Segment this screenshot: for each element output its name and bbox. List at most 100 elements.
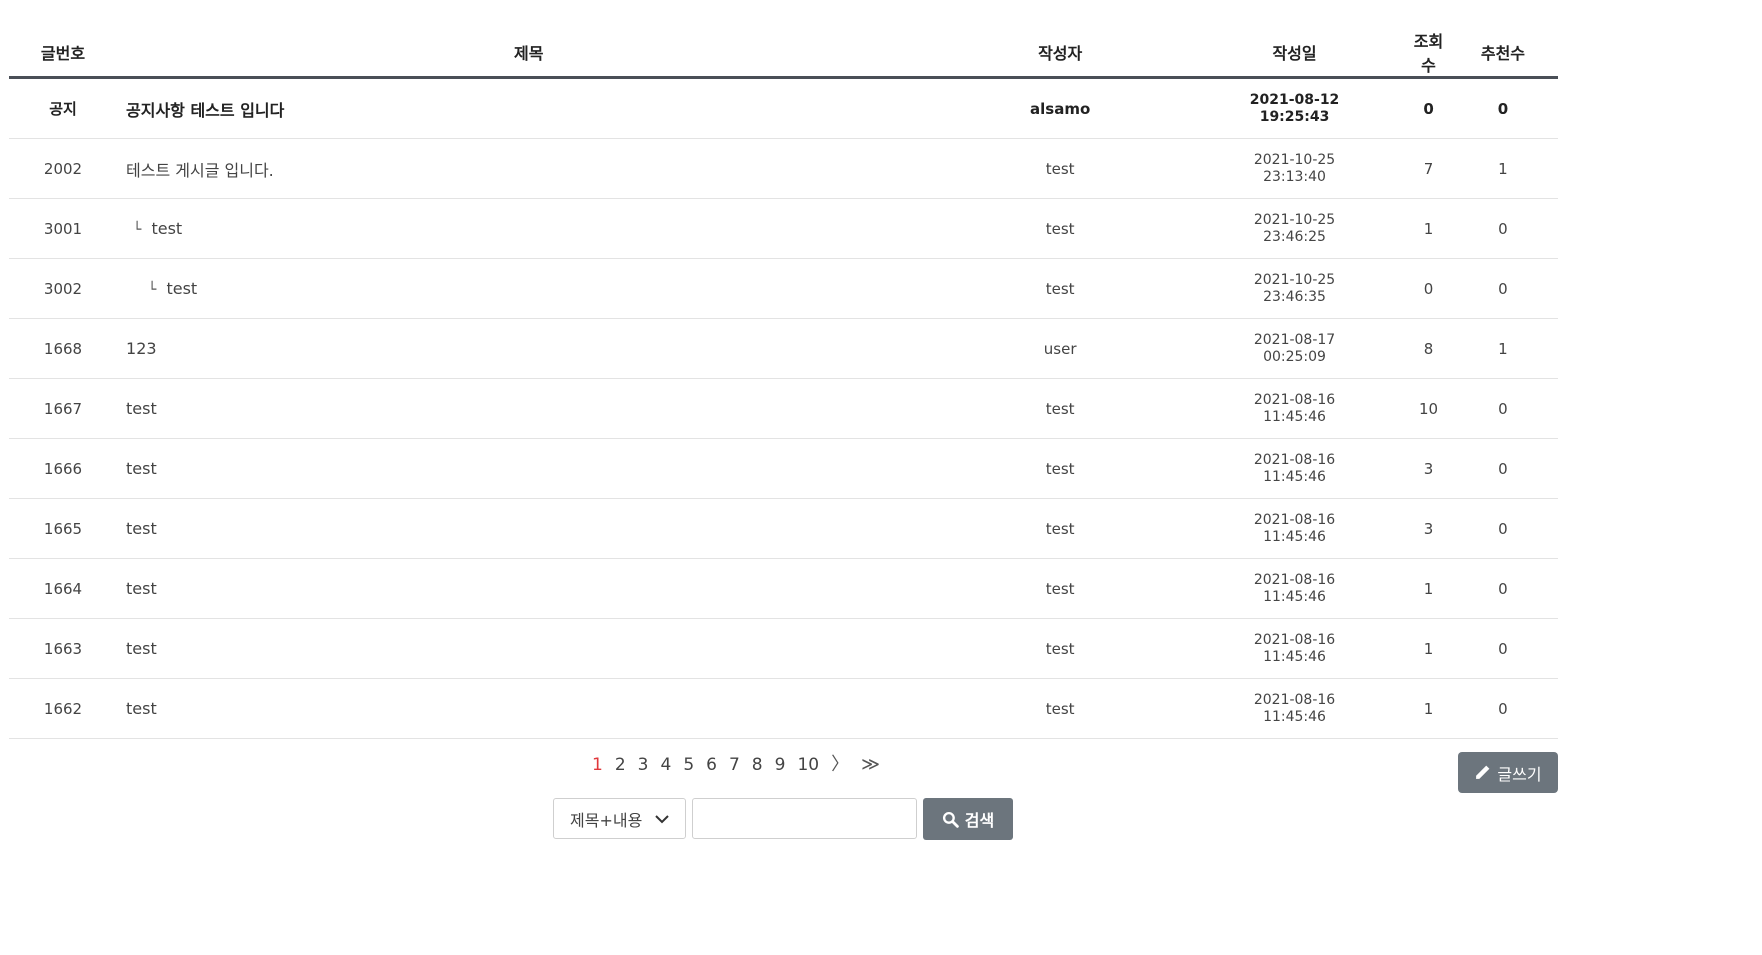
table-header-row: 글번호 제목 작성자 작성일 조회수 추천수 xyxy=(9,28,1558,79)
post-title[interactable]: test xyxy=(126,519,157,538)
page-link-1[interactable]: 1 xyxy=(592,752,603,778)
table-row[interactable]: 3002 └ test test 2021-10-25 23:46:35 0 0 xyxy=(9,258,1558,319)
reply-indicator: └ xyxy=(133,222,142,238)
post-title-cell[interactable]: 공지사항 테스트 입니다 xyxy=(117,77,941,139)
header-writer: 작성자 xyxy=(940,28,1180,79)
header-no: 글번호 xyxy=(9,28,118,79)
write-button[interactable]: 글쓰기 xyxy=(1458,752,1558,793)
page-link-5[interactable]: 5 xyxy=(683,752,694,778)
post-views: 1 xyxy=(1409,678,1448,739)
post-recommend: 0 xyxy=(1447,618,1558,679)
page-link-9[interactable]: 9 xyxy=(775,752,786,778)
post-title-cell[interactable]: test xyxy=(117,678,941,739)
post-title[interactable]: 123 xyxy=(126,339,157,358)
post-date: 2021-10-25 23:46:25 xyxy=(1179,198,1410,259)
table-row[interactable]: 1668 123 user 2021-08-17 00:25:09 8 1 xyxy=(9,318,1558,379)
post-title-cell[interactable]: test xyxy=(117,498,941,559)
post-title-cell[interactable]: 123 xyxy=(117,318,941,379)
search-type-value: 제목+내용 xyxy=(570,810,643,830)
post-title-cell[interactable]: test xyxy=(117,438,941,499)
post-number: 2002 xyxy=(9,138,118,199)
post-writer: test xyxy=(940,678,1180,739)
post-date-time: 11:45:46 xyxy=(1263,708,1326,725)
post-date-time: 23:13:40 xyxy=(1263,168,1326,185)
page-link-7[interactable]: 7 xyxy=(729,752,740,778)
page-link-2[interactable]: 2 xyxy=(615,752,626,778)
post-date: 2021-08-12 19:25:43 xyxy=(1179,77,1410,139)
post-views: 7 xyxy=(1409,138,1448,199)
search-bar: 제목+내용 검색 xyxy=(553,798,1013,840)
post-views: 0 xyxy=(1409,77,1448,139)
post-recommend: 0 xyxy=(1447,77,1558,139)
post-views: 3 xyxy=(1409,498,1448,559)
table-row[interactable]: 1664 test test 2021-08-16 11:45:46 1 0 xyxy=(9,558,1558,619)
post-title-cell[interactable]: 테스트 게시글 입니다. xyxy=(117,138,941,199)
post-title[interactable]: test xyxy=(126,459,157,478)
post-title[interactable]: test xyxy=(126,579,157,598)
post-date-day: 2021-08-16 xyxy=(1253,571,1336,588)
post-title-cell[interactable]: └ test xyxy=(117,198,941,259)
post-writer: test xyxy=(940,618,1180,679)
post-title[interactable]: test xyxy=(126,639,157,658)
post-recommend: 0 xyxy=(1447,198,1558,259)
post-recommend: 0 xyxy=(1447,438,1558,499)
post-title[interactable]: test xyxy=(151,219,182,238)
post-views: 1 xyxy=(1409,618,1448,679)
post-writer: test xyxy=(940,498,1180,559)
post-date-time: 00:25:09 xyxy=(1263,348,1326,365)
last-page-icon[interactable]: ≫ xyxy=(861,752,880,778)
notice-row[interactable]: 공지 공지사항 테스트 입니다 alsamo 2021-08-12 19:25:43 0 0 xyxy=(9,77,1558,139)
post-title[interactable]: test xyxy=(166,279,197,298)
search-button[interactable]: 검색 xyxy=(923,798,1013,840)
post-number: 1662 xyxy=(9,678,118,739)
table-row[interactable]: 3001 └ test test 2021-10-25 23:46:25 1 0 xyxy=(9,198,1558,259)
post-recommend: 0 xyxy=(1447,558,1558,619)
search-input[interactable] xyxy=(692,798,917,839)
post-views: 1 xyxy=(1409,198,1448,259)
board-list: 글번호 제목 작성자 작성일 조회수 추천수 공지 공지사항 테스트 입니다 als… xyxy=(9,28,1558,739)
page-link-3[interactable]: 3 xyxy=(638,752,649,778)
table-row[interactable]: 1663 test test 2021-08-16 11:45:46 1 0 xyxy=(9,618,1558,679)
post-title-cell[interactable]: test xyxy=(117,618,941,679)
table-row[interactable]: 1666 test test 2021-08-16 11:45:46 3 0 xyxy=(9,438,1558,499)
post-date-day: 2021-08-16 xyxy=(1253,691,1336,708)
search-type-select[interactable]: 제목+내용 xyxy=(553,798,686,839)
post-date-day: 2021-10-25 xyxy=(1253,151,1336,168)
post-title[interactable]: 테스트 게시글 입니다. xyxy=(126,161,274,180)
post-title[interactable]: test xyxy=(126,699,157,718)
page-link-6[interactable]: 6 xyxy=(706,752,717,778)
post-title[interactable]: test xyxy=(126,399,157,418)
post-number: 1666 xyxy=(9,438,118,499)
post-recommend: 0 xyxy=(1447,498,1558,559)
next-page-icon[interactable]: 〉 xyxy=(831,752,849,778)
table-row[interactable]: 1667 test test 2021-08-16 11:45:46 10 0 xyxy=(9,378,1558,439)
post-date: 2021-10-25 23:13:40 xyxy=(1179,138,1410,199)
post-writer: test xyxy=(940,138,1180,199)
page-link-8[interactable]: 8 xyxy=(752,752,763,778)
post-date-time: 11:45:46 xyxy=(1263,588,1326,605)
post-date: 2021-08-16 11:45:46 xyxy=(1179,378,1410,439)
table-row[interactable]: 2002 테스트 게시글 입니다. test 2021-10-25 23:13:40 7 1 xyxy=(9,138,1558,199)
page-link-4[interactable]: 4 xyxy=(660,752,671,778)
post-title-cell[interactable]: └ test xyxy=(117,258,941,319)
table-row[interactable]: 1662 test test 2021-08-16 11:45:46 1 0 xyxy=(9,678,1558,739)
post-number: 3001 xyxy=(9,198,118,259)
post-number: 3002 xyxy=(9,258,118,319)
post-title[interactable]: 공지사항 테스트 입니다 xyxy=(126,101,284,120)
reply-indicator: └ xyxy=(148,282,157,298)
post-date-day: 2021-08-16 xyxy=(1253,391,1336,408)
post-date: 2021-10-25 23:46:35 xyxy=(1179,258,1410,319)
post-writer: alsamo xyxy=(940,77,1180,139)
post-views: 8 xyxy=(1409,318,1448,379)
post-title-cell[interactable]: test xyxy=(117,378,941,439)
post-writer: test xyxy=(940,438,1180,499)
post-views: 0 xyxy=(1409,258,1448,319)
header-title: 제목 xyxy=(117,28,941,79)
table-row[interactable]: 1665 test test 2021-08-16 11:45:46 3 0 xyxy=(9,498,1558,559)
page-link-10[interactable]: 10 xyxy=(797,752,819,778)
post-date-day: 2021-08-17 xyxy=(1253,331,1336,348)
post-date: 2021-08-16 11:45:46 xyxy=(1179,618,1410,679)
chevron-down-icon xyxy=(655,814,669,823)
post-title-cell[interactable]: test xyxy=(117,558,941,619)
post-writer: test xyxy=(940,378,1180,439)
